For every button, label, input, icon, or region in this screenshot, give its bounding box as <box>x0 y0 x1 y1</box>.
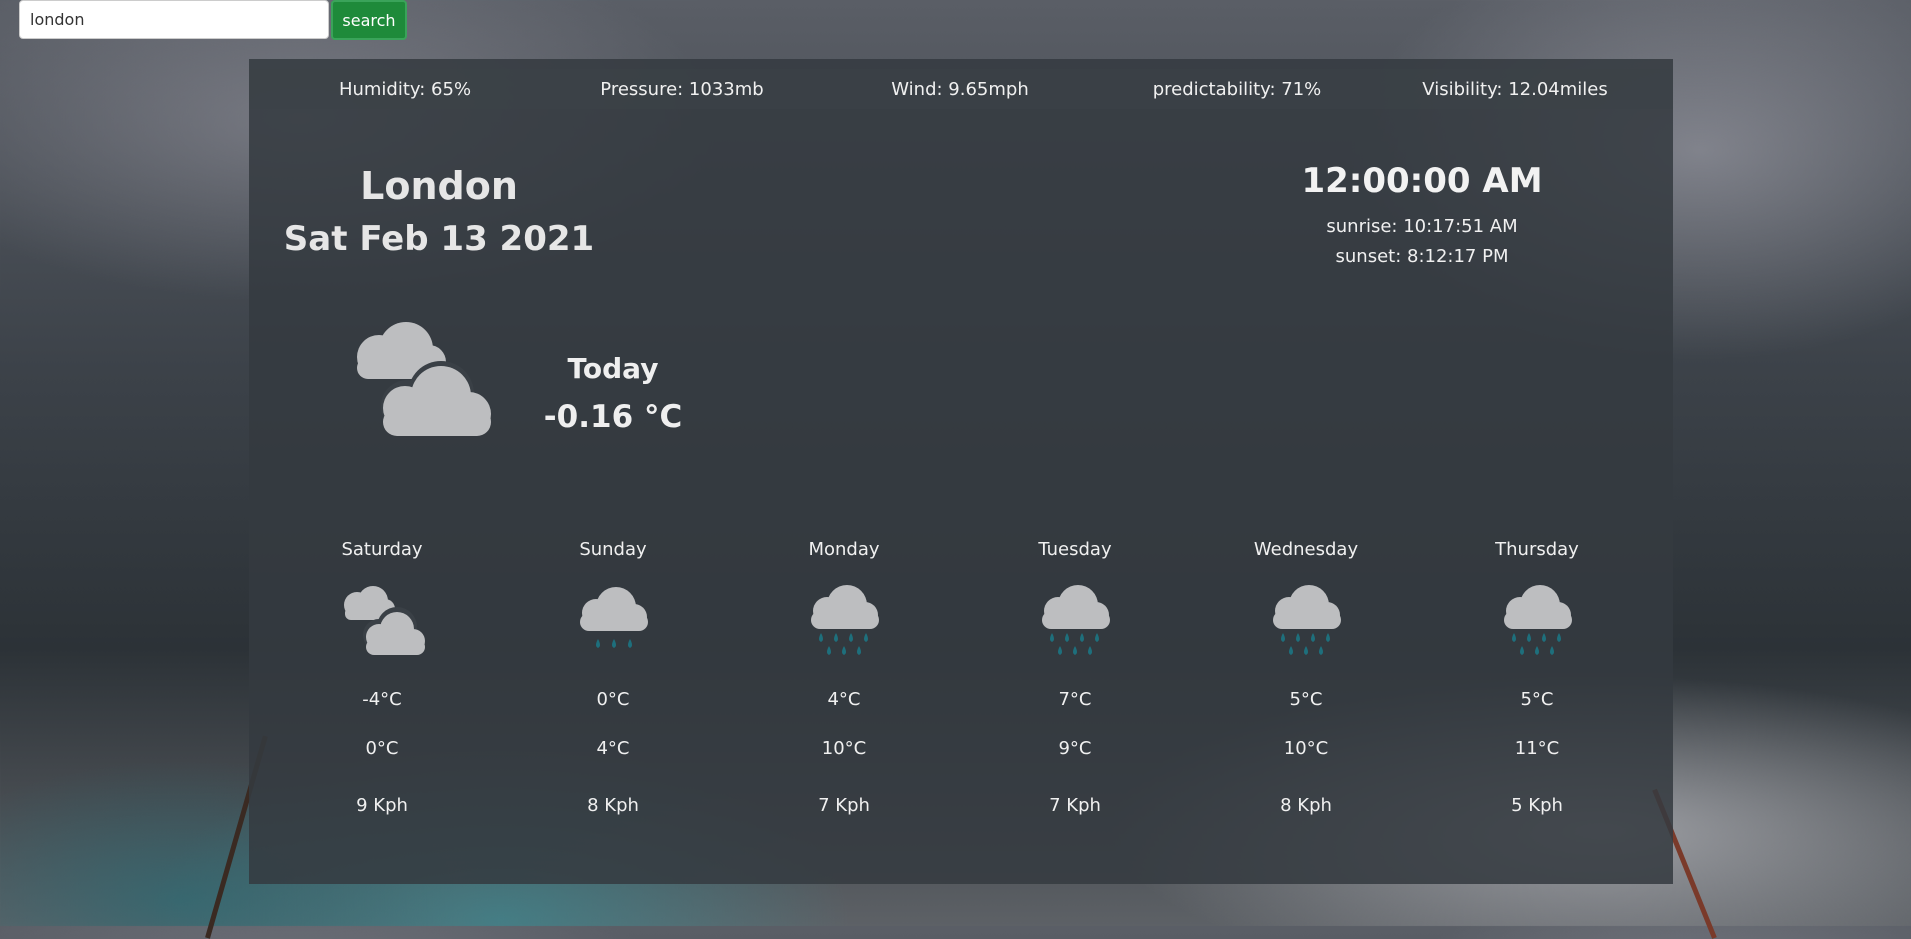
forecast-wind: 8 Kph <box>1280 795 1332 816</box>
forecast-high-temp: 9°C <box>1058 738 1092 759</box>
forecast-day-name: Saturday <box>341 539 423 560</box>
forecast-wind: 5 Kph <box>1511 795 1563 816</box>
partly-cloudy-icon <box>357 322 491 436</box>
forecast-day: Sunday 0°C 4°C 8 Kph <box>513 539 713 816</box>
city-name: London <box>360 164 518 208</box>
sunrise-time: sunrise: 10:17:51 AM <box>1326 216 1518 237</box>
forecast-high-temp: 10°C <box>821 738 867 759</box>
forecast-low-temp: -4°C <box>362 689 402 710</box>
forecast-low-temp: 5°C <box>1520 689 1554 710</box>
forecast-low-temp: 7°C <box>1058 689 1092 710</box>
clock: 12:00:00 AM <box>1301 161 1543 201</box>
forecast-day-name: Tuesday <box>1038 539 1112 560</box>
forecast-high-temp: 11°C <box>1514 738 1560 759</box>
forecast-high-temp: 0°C <box>365 738 399 759</box>
forecast-day: Saturday -4°C 0°C 9 Kph <box>282 539 482 816</box>
forecast-day-name: Thursday <box>1495 539 1579 560</box>
forecast-day: Tuesday 7°C 9°C 7 Kph <box>975 539 1175 816</box>
sunset-time: sunset: 8:12:17 PM <box>1335 246 1509 267</box>
search-input[interactable] <box>19 0 329 39</box>
forecast-low-temp: 5°C <box>1289 689 1323 710</box>
forecast-wind: 7 Kph <box>818 795 870 816</box>
rain-icon <box>1042 585 1110 655</box>
predictability-stat: predictability: 71% <box>1152 78 1322 100</box>
current-date: Sat Feb 13 2021 <box>283 219 595 259</box>
today-label: Today <box>567 352 659 385</box>
wind-stat: Wind: 9.65mph <box>891 78 1029 100</box>
light-rain-icon <box>580 587 648 648</box>
visibility-stat: Visibility: 12.04miles <box>1422 78 1608 100</box>
rain-icon <box>811 585 879 655</box>
forecast-wind: 9 Kph <box>356 795 408 816</box>
search-button[interactable]: search <box>331 0 407 40</box>
stats-bar: Humidity: 65% Pressure: 1033mb Wind: 9.6… <box>249 69 1673 109</box>
forecast-day-name: Monday <box>808 539 880 560</box>
forecast-low-temp: 0°C <box>596 689 630 710</box>
forecast-day: Wednesday 5°C 10°C 8 Kph <box>1206 539 1406 816</box>
forecast-day: Monday 4°C 10°C 7 Kph <box>744 539 944 816</box>
forecast-day-name: Sunday <box>579 539 647 560</box>
clouds-icon <box>344 586 425 655</box>
pressure-stat: Pressure: 1033mb <box>600 78 764 100</box>
today-temperature: -0.16 °C <box>543 399 683 435</box>
forecast-wind: 8 Kph <box>587 795 639 816</box>
forecast-low-temp: 4°C <box>827 689 861 710</box>
weather-panel: Humidity: 65% Pressure: 1033mb Wind: 9.6… <box>249 59 1673 884</box>
forecast-day-name: Wednesday <box>1253 539 1359 560</box>
humidity-stat: Humidity: 65% <box>338 78 472 100</box>
forecast-wind: 7 Kph <box>1049 795 1101 816</box>
rain-icon <box>1504 585 1572 655</box>
forecast-day: Thursday 5°C 11°C 5 Kph <box>1437 539 1637 816</box>
rain-icon <box>1273 585 1341 655</box>
forecast-high-temp: 4°C <box>596 738 630 759</box>
forecast-high-temp: 10°C <box>1283 738 1329 759</box>
